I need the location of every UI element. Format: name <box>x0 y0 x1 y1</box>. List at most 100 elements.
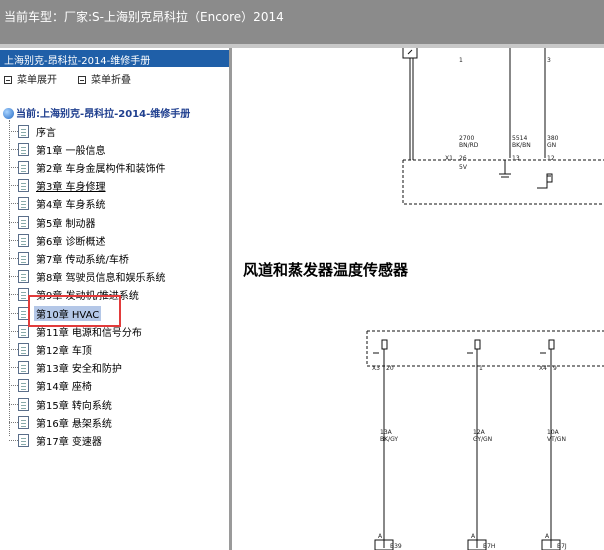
tree-connector <box>9 421 18 423</box>
tree-connector <box>9 294 18 296</box>
tree-item-chapter[interactable]: 第12章 车顶 <box>9 341 94 357</box>
tree-item-label: 第7章 传动系统/车桥 <box>36 254 129 266</box>
expand-menu-label: 菜单展开 <box>17 75 57 86</box>
connector-pin-label: 26 <box>459 155 467 162</box>
collapse-menu-button[interactable]: 菜单折叠 <box>78 71 131 86</box>
connector-label: X1 <box>445 155 453 162</box>
tree-item-label: 第3章 车身修理 <box>36 182 106 194</box>
wire-color-label: GY/GN <box>473 436 492 443</box>
expand-icon <box>4 76 12 84</box>
section-title: 风道和蒸发器温度传感器 <box>243 261 409 279</box>
tree-connector <box>9 312 18 314</box>
manual-title-header: 上海别克-昂科拉-2014-维修手册 <box>0 50 229 67</box>
tree-connector <box>9 239 18 241</box>
vehicle-label: 当前车型： <box>4 10 65 24</box>
tree-item-label: 第12章 车顶 <box>36 345 92 357</box>
tree-item-label: 第17章 变速器 <box>36 436 102 448</box>
wiring-diagram: 1 2700 BN/RD X1 26 5V 5514 BK/BN 13 3 380 GN 12 X3 20 1… <box>235 48 604 550</box>
tree-connector <box>9 185 18 187</box>
tree-connector <box>9 367 18 369</box>
connector-label: X3 <box>372 365 380 372</box>
tree-item-chapter[interactable]: 第13章 安全和防护 <box>9 360 124 376</box>
wiring-diagram-svg: 1 2700BN/RD X1 26 5V 5514BK/BN 13 3 380GN 12 X3 20 1… <box>366 48 604 550</box>
vehicle-info-bar: 当前车型：厂家:S-上海别克昂科拉（Encore）2014 <box>0 0 604 44</box>
tree-item-label: 第5章 制动器 <box>36 218 96 230</box>
tree-connector <box>9 130 18 132</box>
wire-number-label: 2700 <box>459 135 474 142</box>
tree-connector <box>9 385 18 387</box>
wire-number-label: 13A <box>380 429 393 436</box>
vehicle-value: 厂家:S-上海别克昂科拉（Encore）2014 <box>64 10 284 24</box>
wire-color-label: VT/GN <box>547 436 566 443</box>
tree-item-label: 序言 <box>36 127 56 139</box>
connector-pin-label: 20 <box>386 365 394 372</box>
wire-color-label: GN <box>547 142 556 149</box>
tree-item-chapter[interactable]: 第7章 传动系统/车桥 <box>9 250 131 266</box>
document-icon <box>18 197 29 211</box>
connector-terminal-label: A <box>545 533 550 540</box>
wire-pin-label: 3 <box>547 57 551 64</box>
tree-item-chapter[interactable]: 第4章 车身系统 <box>9 196 108 212</box>
document-icon <box>18 433 29 447</box>
tree-connector <box>9 348 18 350</box>
connector-pin-label: B39 <box>390 543 402 550</box>
document-icon <box>18 124 29 138</box>
tree-item-label: 第14章 座椅 <box>36 382 92 394</box>
connector-terminal-label: A <box>378 533 383 540</box>
connector-pin-label: B7J <box>557 543 567 550</box>
tree-connector <box>9 276 18 278</box>
tree-item-chapter[interactable]: 第8章 驾驶员信息和娱乐系统 <box>9 269 168 285</box>
wire-color-label: BK/BN <box>512 142 531 149</box>
tree-item-label: 第6章 诊断概述 <box>36 236 106 248</box>
tree-root[interactable]: 当前:上海别克-昂科拉-2014-维修手册 <box>3 105 190 120</box>
tree-root-label: 当前:上海别克-昂科拉-2014-维修手册 <box>16 109 191 120</box>
tree-item-chapter[interactable]: 第17章 变速器 <box>9 432 104 448</box>
connector-pin-label: 1 <box>479 365 483 372</box>
document-icon <box>18 251 29 265</box>
document-icon <box>18 179 29 193</box>
tree-item-chapter[interactable]: 第1章 一般信息 <box>9 141 108 157</box>
expand-menu-button[interactable]: 菜单展开 <box>4 71 57 86</box>
connector-pin-label: 12 <box>547 155 555 162</box>
connector-pin-label: 9 <box>553 365 557 372</box>
tree-connector <box>9 148 18 150</box>
document-icon <box>18 342 29 356</box>
tree-connector <box>9 221 18 223</box>
document-icon <box>18 233 29 247</box>
wire-number-label: 380 <box>547 135 559 142</box>
tree-item-chapter[interactable]: 第5章 制动器 <box>9 214 98 230</box>
tree-connector <box>9 330 18 332</box>
wire-number-label: 12A <box>473 429 486 436</box>
tree-item-label: 第2章 车身金属构件和装饰件 <box>36 163 166 175</box>
document-icon <box>18 270 29 284</box>
tree-item-label: 第4章 车身系统 <box>36 200 106 212</box>
globe-icon <box>3 108 14 119</box>
tree-connector <box>9 257 18 259</box>
tree-item-label: 第13章 安全和防护 <box>36 364 122 376</box>
tree-item-label: 第15章 转向系统 <box>36 400 112 412</box>
document-icon <box>18 361 29 375</box>
manual-tree-panel: 上海别克-昂科拉-2014-维修手册 菜单展开 菜单折叠 当前:上海别克-昂科拉… <box>0 48 232 550</box>
wire-number-label: 5514 <box>512 135 527 142</box>
tree-item-chapter[interactable]: 第15章 转向系统 <box>9 396 114 412</box>
document-icon <box>18 379 29 393</box>
connector-pin-label: B7H <box>483 543 495 550</box>
wire-color-label: BK/GY <box>380 436 398 443</box>
tree-connector <box>9 403 18 405</box>
document-icon <box>18 415 29 429</box>
tree-item-chapter[interactable]: 第14章 座椅 <box>9 378 94 394</box>
signal-label: 5V <box>459 164 468 171</box>
document-icon <box>18 397 29 411</box>
tree-item-chapter[interactable]: 第2章 车身金属构件和装饰件 <box>9 159 168 175</box>
wire-color-label: BN/RD <box>459 142 479 149</box>
document-icon <box>18 160 29 174</box>
tree-item-chapter[interactable]: 第6章 诊断概述 <box>9 232 108 248</box>
connector-label: X4 <box>539 365 547 372</box>
wire-pin-label: 1 <box>459 57 463 64</box>
tree-connector <box>9 203 18 205</box>
tree-item-chapter[interactable]: 序言 <box>9 123 58 139</box>
document-icon <box>18 142 29 156</box>
tree-item-chapter[interactable]: 第3章 车身修理 <box>9 178 108 194</box>
tree-item-chapter[interactable]: 第16章 悬架系统 <box>9 414 114 430</box>
document-icon <box>18 215 29 229</box>
